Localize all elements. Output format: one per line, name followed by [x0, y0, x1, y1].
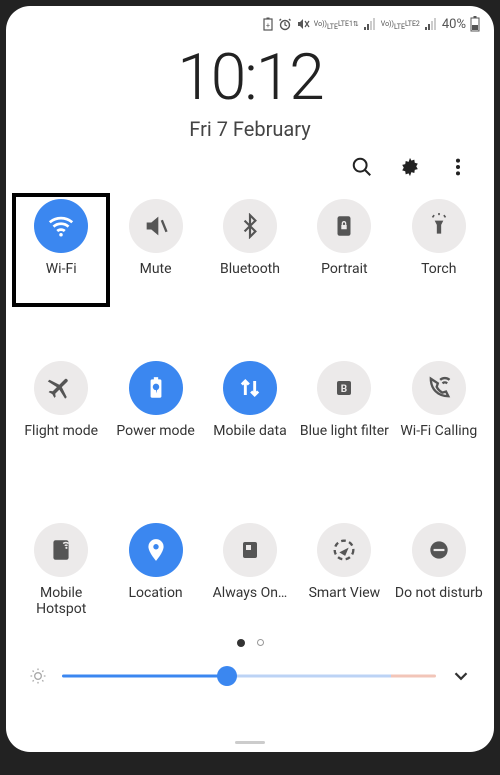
tile-location[interactable]: Location	[108, 519, 202, 629]
tile-mobile-hotspot[interactable]: Mobile Hotspot	[14, 519, 108, 629]
svg-text:B: B	[341, 384, 347, 395]
power-mode-icon	[143, 375, 169, 401]
more-button[interactable]	[444, 153, 472, 181]
tile-bluetooth[interactable]: Bluetooth	[203, 195, 297, 305]
panel-drag-handle[interactable]	[235, 741, 265, 744]
location-icon	[143, 537, 169, 563]
tile-power-mode[interactable]: Power mode	[108, 357, 202, 467]
battery-icon	[470, 16, 480, 32]
tile-label: Do not disturb	[395, 585, 483, 619]
search-icon	[351, 156, 373, 178]
mute-status-icon	[296, 17, 310, 31]
chevron-down-icon	[450, 665, 472, 687]
tile-portrait[interactable]: Portrait	[297, 195, 391, 305]
tile-label: Location	[129, 585, 183, 619]
battery-percent: 40%	[442, 17, 466, 32]
smart-view-icon	[330, 536, 358, 564]
quick-settings-grid: Wi-Fi Mute Bluetooth Portrait Torch Flig…	[6, 181, 494, 629]
tile-always-on[interactable]: Always On…	[203, 519, 297, 629]
tile-flight-mode[interactable]: Flight mode	[14, 357, 108, 467]
tile-wifi-calling[interactable]: Wi-Fi Calling	[392, 357, 486, 467]
pager-dot	[257, 639, 264, 646]
tile-torch[interactable]: Torch	[392, 195, 486, 305]
search-button[interactable]	[348, 153, 376, 181]
tile-wifi[interactable]: Wi-Fi	[14, 195, 108, 305]
wifi-icon	[46, 211, 76, 241]
brightness-slider[interactable]	[62, 666, 436, 686]
volte-lte1-indicator: Vo))LTELTE1 ⇅	[314, 17, 359, 31]
always-on-icon	[238, 538, 262, 562]
tile-label: Flight mode	[24, 423, 98, 457]
blue-light-icon: B	[332, 376, 356, 400]
portrait-lock-icon	[331, 213, 357, 239]
tile-label: Smart View	[309, 585, 381, 619]
mute-icon	[142, 212, 170, 240]
tile-label: Blue light filter	[300, 423, 389, 457]
tile-label: Mute	[140, 261, 172, 295]
tile-smart-view[interactable]: Smart View	[297, 519, 391, 629]
tile-label: Wi-Fi Calling	[400, 423, 477, 457]
tile-label: Power mode	[116, 423, 194, 457]
hotspot-icon	[48, 537, 74, 563]
tile-mobile-data[interactable]: Mobile data	[203, 357, 297, 467]
tile-label: Always On…	[213, 585, 288, 619]
wifi-calling-icon	[425, 374, 453, 402]
brightness-row	[6, 647, 494, 687]
settings-button[interactable]	[396, 153, 424, 181]
alarm-icon	[278, 17, 292, 31]
brightness-expand-button[interactable]	[450, 665, 472, 687]
volte-lte2-indicator: Vo))LTELTE2	[381, 17, 420, 31]
dnd-icon	[426, 537, 452, 563]
tile-blue-light-filter[interactable]: B Blue light filter	[297, 357, 391, 467]
clock-time: 10:12	[6, 40, 494, 115]
pager-dot-active	[237, 639, 245, 647]
battery-protect-icon: +	[262, 17, 274, 31]
bluetooth-icon	[237, 213, 263, 239]
signal-2-icon	[424, 18, 438, 30]
panel-actions	[6, 141, 494, 181]
clock-date: Fri 7 February	[6, 117, 494, 141]
torch-icon	[426, 213, 452, 239]
signal-1-icon	[363, 18, 377, 30]
mobile-data-icon	[236, 374, 264, 402]
svg-text:+: +	[266, 22, 270, 30]
slider-thumb[interactable]	[217, 666, 237, 686]
tile-label: Bluetooth	[220, 261, 280, 295]
gear-icon	[399, 156, 421, 178]
tile-label: Mobile Hotspot	[16, 585, 106, 619]
page-indicator[interactable]	[6, 639, 494, 647]
slider-track	[62, 675, 436, 678]
tile-label: Mobile data	[213, 423, 286, 457]
tile-label: Portrait	[321, 261, 367, 295]
status-bar: + Vo))LTELTE1 ⇅ Vo))LTELTE2 40%	[6, 6, 494, 32]
quick-settings-panel: + Vo))LTELTE1 ⇅ Vo))LTELTE2 40% 10:12 Fr…	[6, 6, 494, 752]
tile-mute[interactable]: Mute	[108, 195, 202, 305]
tile-label: Torch	[421, 261, 456, 295]
tile-do-not-disturb[interactable]: Do not disturb	[392, 519, 486, 629]
more-vertical-icon	[447, 156, 469, 178]
airplane-icon	[47, 374, 75, 402]
brightness-icon	[28, 666, 48, 686]
tile-label: Wi-Fi	[46, 261, 77, 295]
